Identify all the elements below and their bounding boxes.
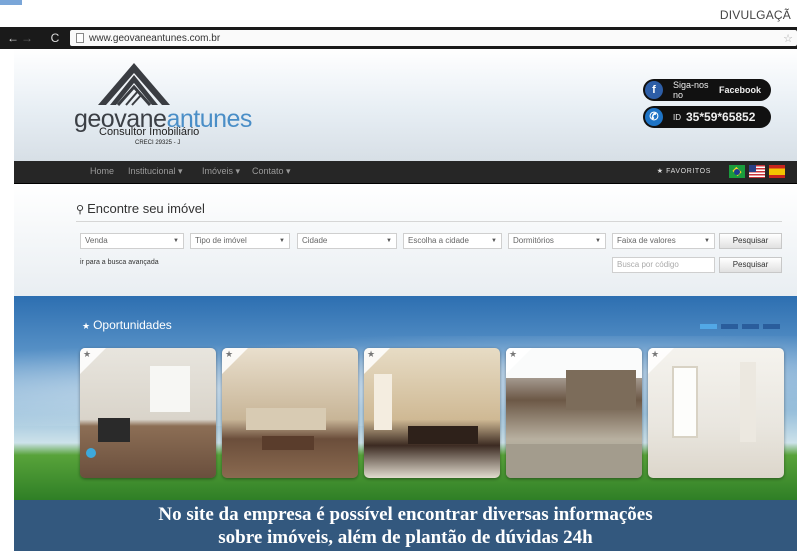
search-icon: ⚲ bbox=[76, 204, 85, 216]
chevron-down-icon: ▼ bbox=[491, 238, 497, 244]
property-card-1[interactable]: ★ bbox=[80, 348, 216, 478]
property-card-3[interactable]: ★ bbox=[364, 348, 500, 478]
carousel-dot-4[interactable] bbox=[763, 324, 780, 329]
phone-icon: ✆ bbox=[645, 108, 663, 126]
back-arrow-icon[interactable]: ← bbox=[6, 31, 20, 45]
facebook-label: Siga-nos no bbox=[673, 80, 709, 100]
favorite-star-icon[interactable]: ★ bbox=[367, 349, 375, 360]
site-header: geovaneantunes Consultor Imobiliário CRE… bbox=[14, 49, 797, 161]
divider bbox=[76, 221, 782, 222]
property-card-5[interactable]: ★ bbox=[648, 348, 784, 478]
favorite-star-icon[interactable]: ★ bbox=[83, 349, 91, 360]
phone-prefix: ID bbox=[673, 112, 681, 122]
carousel-dot-1[interactable] bbox=[700, 324, 717, 329]
address-bar[interactable]: www.geovaneantunes.com.br ☆ bbox=[70, 30, 797, 46]
opportunities-section: ★ Oportunidades ★ ★ ★ ★ ★ bbox=[14, 296, 797, 500]
phone-badge[interactable]: ✆ ID 35*59*65852 bbox=[643, 106, 771, 128]
roof-image bbox=[566, 370, 636, 410]
carousel-dot-3[interactable] bbox=[742, 324, 759, 329]
select-property-type[interactable]: Tipo de imóvel ▼ bbox=[190, 233, 290, 249]
nav-institucional[interactable]: Institucional ▾ bbox=[128, 166, 183, 177]
favorite-star-icon[interactable]: ★ bbox=[225, 349, 233, 360]
forward-arrow-icon[interactable]: → bbox=[20, 31, 34, 45]
main-nav: Home Institucional ▾ Imóveis ▾ Contato ▾… bbox=[14, 161, 797, 184]
favorite-star-icon[interactable]: ★ bbox=[509, 349, 517, 360]
creci-number: CRECI 29325 - J bbox=[135, 140, 181, 146]
chevron-down-icon: ▼ bbox=[595, 238, 601, 244]
reload-icon[interactable]: C bbox=[48, 31, 62, 45]
select-value: Venda bbox=[85, 236, 108, 245]
chevron-down-icon: ▼ bbox=[386, 238, 392, 244]
sofa-image bbox=[246, 408, 326, 430]
page-icon bbox=[76, 33, 84, 43]
select-value: Escolha a cidade bbox=[408, 236, 469, 245]
star-icon: ★ bbox=[82, 321, 91, 331]
code-search-input[interactable]: Busca por código bbox=[612, 257, 715, 273]
door-image bbox=[740, 362, 756, 442]
opportunities-heading: ★ Oportunidades bbox=[82, 318, 172, 332]
sofa-image bbox=[408, 426, 478, 444]
photo-caption: No site da empresa é possível encontrar … bbox=[14, 500, 797, 551]
select-business-type[interactable]: Venda ▼ bbox=[80, 233, 184, 249]
facebook-icon: f bbox=[645, 81, 663, 99]
code-search-button[interactable]: Pesquisar bbox=[719, 257, 782, 273]
flag-brazil-icon[interactable] bbox=[729, 165, 745, 178]
search-title-text: Encontre seu imóvel bbox=[87, 201, 205, 216]
nav-contato[interactable]: Contato ▾ bbox=[252, 166, 291, 177]
property-card-4[interactable]: ★ bbox=[506, 348, 642, 478]
favorite-star-icon[interactable]: ★ bbox=[651, 349, 659, 360]
bookmark-star-icon[interactable]: ☆ bbox=[783, 32, 793, 45]
phone-number: 35*59*65852 bbox=[686, 110, 756, 124]
carousel-dot-2[interactable] bbox=[721, 324, 738, 329]
window-image bbox=[672, 366, 698, 438]
property-card-2[interactable]: ★ bbox=[222, 348, 358, 478]
select-value: Faixa de valores bbox=[617, 236, 676, 245]
favorites-link[interactable]: ★ FAVORITOS bbox=[657, 167, 711, 175]
browser-toolbar: ← → C www.geovaneantunes.com.br ☆ bbox=[0, 27, 797, 49]
select-value: Dormitórios bbox=[513, 236, 554, 245]
chevron-down-icon: ▼ bbox=[173, 238, 179, 244]
search-button[interactable]: Pesquisar bbox=[719, 233, 782, 249]
select-value: Cidade bbox=[302, 236, 328, 245]
select-value: Tipo de imóvel bbox=[195, 236, 247, 245]
chevron-down-icon: ▼ bbox=[704, 238, 710, 244]
window-image bbox=[150, 366, 190, 412]
door-image bbox=[374, 374, 392, 430]
photo-credit: DIVULGAÇÃ bbox=[719, 8, 791, 22]
nav-imoveis[interactable]: Imóveis ▾ bbox=[202, 166, 240, 177]
facebook-label-bold: Facebook bbox=[718, 85, 761, 95]
yard-image bbox=[506, 444, 642, 478]
nav-home[interactable]: Home bbox=[90, 166, 114, 176]
advanced-search-link[interactable]: ir para a busca avançada bbox=[80, 259, 159, 266]
caption-line-1: No site da empresa é possível encontrar … bbox=[158, 504, 653, 525]
toy-image bbox=[86, 448, 96, 458]
flag-spain-icon[interactable] bbox=[769, 165, 785, 178]
facebook-button[interactable]: f Siga-nos no Facebook bbox=[643, 79, 771, 101]
logo-subtitle: Consultor Imobiliário bbox=[99, 126, 200, 138]
house-roof-logo-icon bbox=[98, 63, 170, 106]
select-city[interactable]: Cidade ▼ bbox=[297, 233, 397, 249]
corner-mark bbox=[0, 0, 22, 5]
flag-usa-icon[interactable] bbox=[749, 165, 765, 178]
select-price-range[interactable]: Faixa de valores ▼ bbox=[612, 233, 715, 249]
table-image bbox=[262, 436, 314, 450]
opportunities-title: Oportunidades bbox=[93, 318, 172, 332]
chevron-down-icon: ▼ bbox=[279, 238, 285, 244]
tv-image bbox=[98, 418, 130, 442]
address-text: www.geovaneantunes.com.br bbox=[89, 32, 221, 44]
caption-line-2: sobre imóveis, além de plantão de dúvida… bbox=[218, 527, 593, 548]
property-search: ⚲ Encontre seu imóvel Venda ▼ Tipo de imóv… bbox=[14, 184, 797, 296]
select-bedrooms[interactable]: Dormitórios ▼ bbox=[508, 233, 606, 249]
select-choose-city[interactable]: Escolha a cidade ▼ bbox=[403, 233, 502, 249]
search-heading: ⚲ Encontre seu imóvel bbox=[76, 201, 205, 216]
